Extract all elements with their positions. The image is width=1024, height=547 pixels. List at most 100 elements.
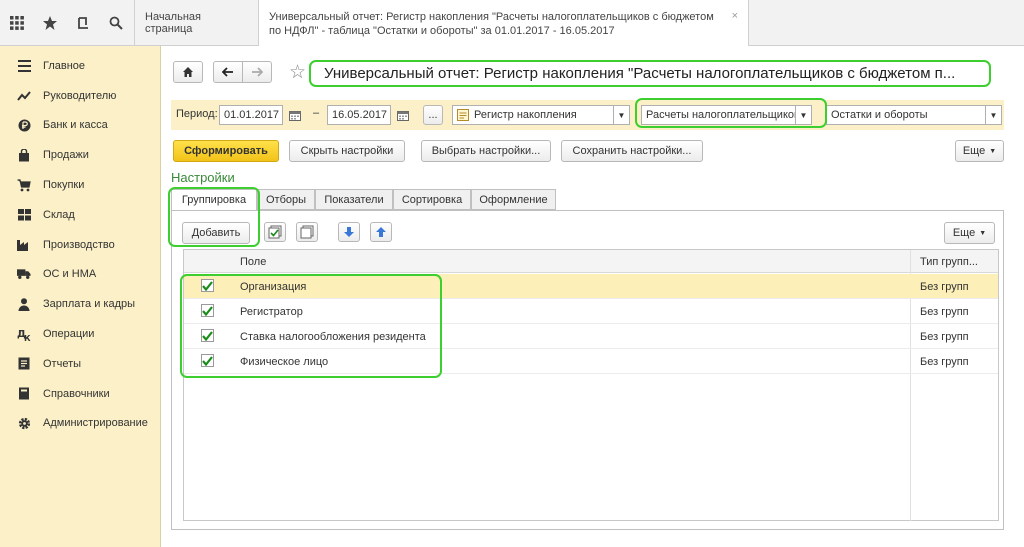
- uncheck-all-icon: [300, 225, 314, 239]
- page-title: Универсальный отчет: Регистр накопления …: [309, 60, 991, 87]
- sidebar-item-label: Банк и касса: [43, 119, 108, 132]
- arrow-left-icon: [222, 67, 233, 77]
- home-icon: [183, 67, 193, 77]
- table-field[interactable]: Остатки и обороты: [826, 105, 986, 125]
- sidebar-item[interactable]: Руководителю: [0, 81, 160, 111]
- sidebar-item-label: Производство: [43, 238, 115, 251]
- star-icon[interactable]: [33, 0, 66, 46]
- tab-report-line1: Универсальный отчет: Регистр накопления …: [269, 10, 714, 23]
- tab-home[interactable]: Начальная страница: [134, 0, 259, 46]
- sidebar: Главное Руководителю Банк и касса Продажи По…: [0, 46, 161, 547]
- col-field-header[interactable]: Поле: [240, 250, 266, 273]
- tab-sorting[interactable]: Сортировка: [393, 189, 471, 210]
- generate-button[interactable]: Сформировать: [173, 140, 279, 162]
- hide-settings-button[interactable]: Скрыть настройки: [289, 140, 405, 162]
- tab-design[interactable]: Оформление: [471, 189, 556, 210]
- warehouse-icon: [17, 208, 31, 222]
- sidebar-item-label: Продажи: [43, 149, 89, 162]
- grid-header: Поле Тип групп...: [184, 250, 998, 273]
- tab-indicators[interactable]: Показатели: [315, 189, 393, 210]
- cart-icon: [17, 178, 31, 192]
- operations-icon: ДК: [17, 327, 31, 341]
- check-all-icon: [268, 225, 282, 239]
- home-button[interactable]: [173, 61, 203, 83]
- forward-button[interactable]: [242, 61, 272, 83]
- sidebar-item-label: ОС и НМА: [43, 268, 97, 281]
- search-icon[interactable]: [99, 0, 132, 46]
- arrow-up-icon: [376, 227, 386, 237]
- arrow-right-icon: [252, 67, 263, 77]
- sidebar-item[interactable]: Главное: [0, 51, 160, 81]
- move-up-button[interactable]: [370, 222, 392, 242]
- sidebar-item[interactable]: Администрирование: [0, 409, 160, 439]
- period-from-value: 01.01.2017: [224, 109, 280, 121]
- tab-filters-label: Отборы: [265, 193, 307, 206]
- move-down-button[interactable]: [338, 222, 360, 242]
- save-settings-button[interactable]: Сохранить настройки...: [561, 140, 703, 162]
- settings-heading: Настройки: [171, 170, 235, 185]
- register-icon: [457, 109, 469, 121]
- top-icons: [0, 0, 134, 46]
- sidebar-item[interactable]: Зарплата и кадры: [0, 289, 160, 319]
- close-icon[interactable]: ×: [732, 9, 738, 23]
- source-type-field[interactable]: Регистр накопления: [452, 105, 614, 125]
- sidebar-item-label: Главное: [43, 59, 86, 72]
- tab-indicators-label: Показатели: [324, 193, 384, 206]
- sidebar-item[interactable]: Производство: [0, 230, 160, 260]
- source-highlight-frame: [635, 98, 827, 128]
- gear-icon: [17, 416, 31, 430]
- sidebar-item[interactable]: Справочники: [0, 379, 160, 409]
- tab-design-label: Оформление: [479, 193, 548, 206]
- more-button[interactable]: Еще ▼: [955, 140, 1004, 162]
- sidebar-item-label: Покупки: [43, 179, 85, 192]
- tab-report[interactable]: Универсальный отчет: Регистр накопления …: [259, 0, 749, 47]
- more-label: Еще: [962, 145, 986, 157]
- period-to-field[interactable]: 16.05.2017: [327, 105, 391, 125]
- sidebar-item[interactable]: Склад: [0, 200, 160, 230]
- history-icon[interactable]: [66, 0, 99, 46]
- tab-report-line2: по НДФЛ" - таблица "Остатки и обороты" з…: [269, 24, 615, 37]
- table-value: Остатки и обороты: [831, 109, 928, 121]
- period-to-value: 16.05.2017: [332, 109, 388, 121]
- save-settings-label: Сохранить настройки...: [572, 145, 692, 157]
- source-type-dropdown-icon[interactable]: ▼: [614, 105, 630, 125]
- sidebar-item[interactable]: Покупки: [0, 170, 160, 200]
- person-icon: [17, 297, 31, 311]
- sidebar-item[interactable]: ОС и НМА: [0, 260, 160, 290]
- calendar-from-icon[interactable]: [286, 105, 304, 125]
- period-from-field[interactable]: 01.01.2017: [219, 105, 283, 125]
- favorite-star-icon[interactable]: ☆: [289, 61, 306, 84]
- book-icon: [17, 387, 31, 401]
- sidebar-item[interactable]: Банк и касса: [0, 111, 160, 141]
- col-type-header[interactable]: Тип групп...: [920, 250, 978, 273]
- table-dropdown-icon[interactable]: ▼: [986, 105, 1002, 125]
- sidebar-item-label: Операции: [43, 328, 95, 341]
- back-button[interactable]: [213, 61, 243, 83]
- tab-home-label: Начальная страница: [145, 11, 201, 35]
- period-more-label: ...: [428, 109, 438, 121]
- menu-lines-icon: [17, 59, 31, 73]
- generate-label: Сформировать: [184, 145, 268, 157]
- trend-icon: [17, 89, 31, 103]
- factory-icon: [17, 238, 31, 252]
- period-more-button[interactable]: ...: [423, 105, 443, 125]
- sidebar-item[interactable]: Продажи: [0, 140, 160, 170]
- choose-settings-button[interactable]: Выбрать настройки...: [421, 140, 551, 162]
- hide-settings-label: Скрыть настройки: [300, 145, 394, 157]
- report-icon: [17, 357, 31, 371]
- bag-icon: [17, 148, 31, 162]
- tab-filters[interactable]: Отборы: [257, 189, 315, 210]
- uncheck-all-button[interactable]: [296, 222, 318, 242]
- calendar-to-icon[interactable]: [394, 105, 412, 125]
- arrow-down-icon: [344, 227, 354, 237]
- period-dash: –: [313, 107, 320, 119]
- check-all-button[interactable]: [264, 222, 286, 242]
- apps-grid-icon[interactable]: [0, 0, 33, 46]
- svg-text:К: К: [24, 334, 31, 341]
- row-type: Без групп: [920, 355, 969, 368]
- grouping-highlight-frame: [168, 187, 260, 247]
- sidebar-item[interactable]: Отчеты: [0, 349, 160, 379]
- grid-more-button[interactable]: Еще ▼: [944, 222, 995, 244]
- choose-settings-label: Выбрать настройки...: [431, 145, 541, 157]
- sidebar-item[interactable]: Д К Операции: [0, 319, 160, 349]
